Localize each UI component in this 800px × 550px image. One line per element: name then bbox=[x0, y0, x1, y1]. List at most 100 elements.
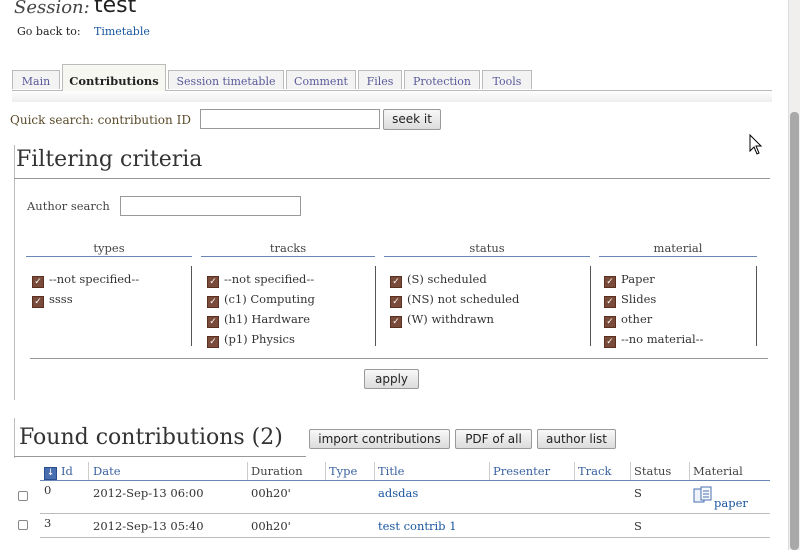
author-search-label: Author search bbox=[27, 199, 110, 213]
checkbox-checked-icon[interactable]: ✓ bbox=[207, 276, 219, 288]
material-list: ✓ Paper ✓ Slides ✓ other ✓ --no material-- bbox=[604, 272, 703, 348]
filter-checkbox-item[interactable]: ✓ --not specified-- bbox=[32, 272, 139, 288]
checkbox-checked-icon[interactable]: ✓ bbox=[390, 316, 402, 328]
tracks-column-header: tracks bbox=[269, 241, 307, 255]
tracks-column-line bbox=[201, 256, 375, 257]
duration-column-header: Duration bbox=[251, 464, 303, 478]
author-list-button[interactable]: author list bbox=[537, 429, 616, 449]
contribution-status: S bbox=[634, 486, 642, 500]
material-column-line bbox=[599, 256, 757, 257]
checkbox-checked-icon[interactable]: ✓ bbox=[604, 276, 616, 288]
documents-icon[interactable] bbox=[693, 486, 715, 504]
pdf-of-all-button[interactable]: PDF of all bbox=[455, 429, 532, 449]
contribution-duration: 00h20' bbox=[251, 486, 291, 500]
status-list: ✓ (S) scheduled ✓ (NS) not scheduled ✓ (W) … bbox=[390, 272, 519, 328]
row-divider bbox=[40, 537, 770, 538]
material-link[interactable]: paper bbox=[693, 486, 749, 510]
author-search-input[interactable] bbox=[120, 196, 301, 216]
title-column-header[interactable]: Title bbox=[378, 464, 404, 478]
status-column-line bbox=[384, 256, 590, 257]
status-column-header: status bbox=[469, 241, 505, 255]
filter-checkbox-item[interactable]: ✓ (S) scheduled bbox=[390, 272, 519, 288]
contribution-date: 2012-Sep-13 05:40 bbox=[93, 519, 204, 533]
id-column-header[interactable]: ↓ Id bbox=[44, 464, 73, 480]
quick-search-label: Quick search: contribution ID bbox=[10, 113, 191, 127]
column-divider bbox=[88, 462, 89, 480]
filter-checkbox-item[interactable]: ✓ other bbox=[604, 312, 703, 328]
column-separator bbox=[191, 266, 192, 346]
import-contributions-button[interactable]: import contributions bbox=[309, 429, 450, 449]
type-column-header[interactable]: Type bbox=[329, 464, 357, 478]
contribution-id: 3 bbox=[44, 516, 52, 530]
row-select-checkbox[interactable] bbox=[18, 520, 28, 530]
contribution-title-link[interactable]: adsdas bbox=[378, 486, 418, 500]
column-separator bbox=[756, 266, 757, 346]
table-row: 3 2012-Sep-13 05:40 00h20' test contrib … bbox=[0, 515, 780, 537]
table-header-divider bbox=[40, 480, 770, 481]
go-back-label: Go back to: bbox=[17, 25, 81, 38]
checkbox-checked-icon[interactable]: ✓ bbox=[390, 296, 402, 308]
contribution-id: 0 bbox=[44, 483, 52, 497]
column-divider bbox=[689, 462, 690, 480]
filter-title: Filtering criteria bbox=[16, 147, 203, 172]
tab-session-timetable[interactable]: Session timetable bbox=[168, 70, 284, 89]
filter-checkbox-item[interactable]: ✓ (h1) Hardware bbox=[207, 312, 315, 328]
sort-down-icon[interactable]: ↓ bbox=[44, 467, 57, 480]
contribution-title-link[interactable]: test contrib 1 bbox=[378, 519, 457, 533]
column-divider bbox=[489, 462, 490, 480]
tab-contributions[interactable]: Contributions bbox=[62, 64, 166, 91]
checkbox-checked-icon[interactable]: ✓ bbox=[207, 316, 219, 328]
filter-checkbox-item[interactable]: ✓ (W) withdrawn bbox=[390, 312, 519, 328]
contribution-id-input[interactable] bbox=[200, 109, 380, 129]
filter-checkbox-item[interactable]: ✓ Paper bbox=[604, 272, 703, 288]
checkbox-checked-icon[interactable]: ✓ bbox=[604, 316, 616, 328]
filter-checkbox-item[interactable]: ✓ --not specified-- bbox=[207, 272, 315, 288]
contribution-duration: 00h20' bbox=[251, 519, 291, 533]
found-box-border bbox=[14, 418, 15, 458]
column-separator bbox=[590, 266, 591, 346]
session-title: test bbox=[94, 0, 137, 18]
row-select-checkbox[interactable] bbox=[18, 491, 28, 501]
checkbox-checked-icon[interactable]: ✓ bbox=[32, 276, 44, 288]
found-title-divider bbox=[14, 456, 306, 457]
checkbox-checked-icon[interactable]: ✓ bbox=[207, 336, 219, 348]
found-contributions-title: Found contributions (2) bbox=[19, 425, 283, 450]
filter-box-border bbox=[14, 145, 15, 400]
checkbox-checked-icon[interactable]: ✓ bbox=[604, 336, 616, 348]
column-divider bbox=[574, 462, 575, 480]
filter-checkbox-item[interactable]: ✓ --no material-- bbox=[604, 332, 703, 348]
track-column-header[interactable]: Track bbox=[578, 464, 611, 478]
status-column-header-table: Status bbox=[634, 464, 672, 478]
column-divider bbox=[374, 462, 375, 480]
types-list: ✓ --not specified-- ✓ ssss bbox=[32, 272, 139, 308]
filter-checkbox-item[interactable]: ✓ ssss bbox=[32, 292, 139, 308]
types-column-line bbox=[26, 256, 192, 257]
types-column-header: types bbox=[93, 241, 125, 255]
column-separator bbox=[375, 266, 376, 346]
contribution-status: S bbox=[634, 519, 642, 533]
checkbox-checked-icon[interactable]: ✓ bbox=[207, 296, 219, 308]
session-label: Session: bbox=[14, 0, 90, 18]
tab-main[interactable]: Main bbox=[12, 70, 60, 89]
tab-tools[interactable]: Tools bbox=[482, 70, 532, 89]
row-divider bbox=[40, 513, 770, 514]
filter-bottom-divider bbox=[30, 358, 768, 359]
checkbox-checked-icon[interactable]: ✓ bbox=[390, 276, 402, 288]
filter-checkbox-item[interactable]: ✓ Slides bbox=[604, 292, 703, 308]
tab-protection[interactable]: Protection bbox=[404, 70, 480, 89]
checkbox-checked-icon[interactable]: ✓ bbox=[604, 296, 616, 308]
apply-button[interactable]: apply bbox=[364, 369, 419, 389]
timetable-link[interactable]: Timetable bbox=[94, 25, 150, 38]
tab-comment[interactable]: Comment bbox=[286, 70, 356, 89]
presenter-column-header[interactable]: Presenter bbox=[493, 464, 550, 478]
table-row: 0 2012-Sep-13 06:00 00h20' adsdas S pape… bbox=[0, 482, 780, 514]
tab-files[interactable]: Files bbox=[358, 70, 402, 89]
checkbox-checked-icon[interactable]: ✓ bbox=[32, 296, 44, 308]
column-divider bbox=[247, 462, 248, 480]
filter-checkbox-item[interactable]: ✓ (c1) Computing bbox=[207, 292, 315, 308]
filter-checkbox-item[interactable]: ✓ (p1) Physics bbox=[207, 332, 315, 348]
date-column-header[interactable]: Date bbox=[93, 464, 121, 478]
seek-button[interactable]: seek it bbox=[383, 109, 441, 130]
filter-checkbox-item[interactable]: ✓ (NS) not scheduled bbox=[390, 292, 519, 308]
scrollbar-thumb[interactable] bbox=[790, 112, 799, 550]
